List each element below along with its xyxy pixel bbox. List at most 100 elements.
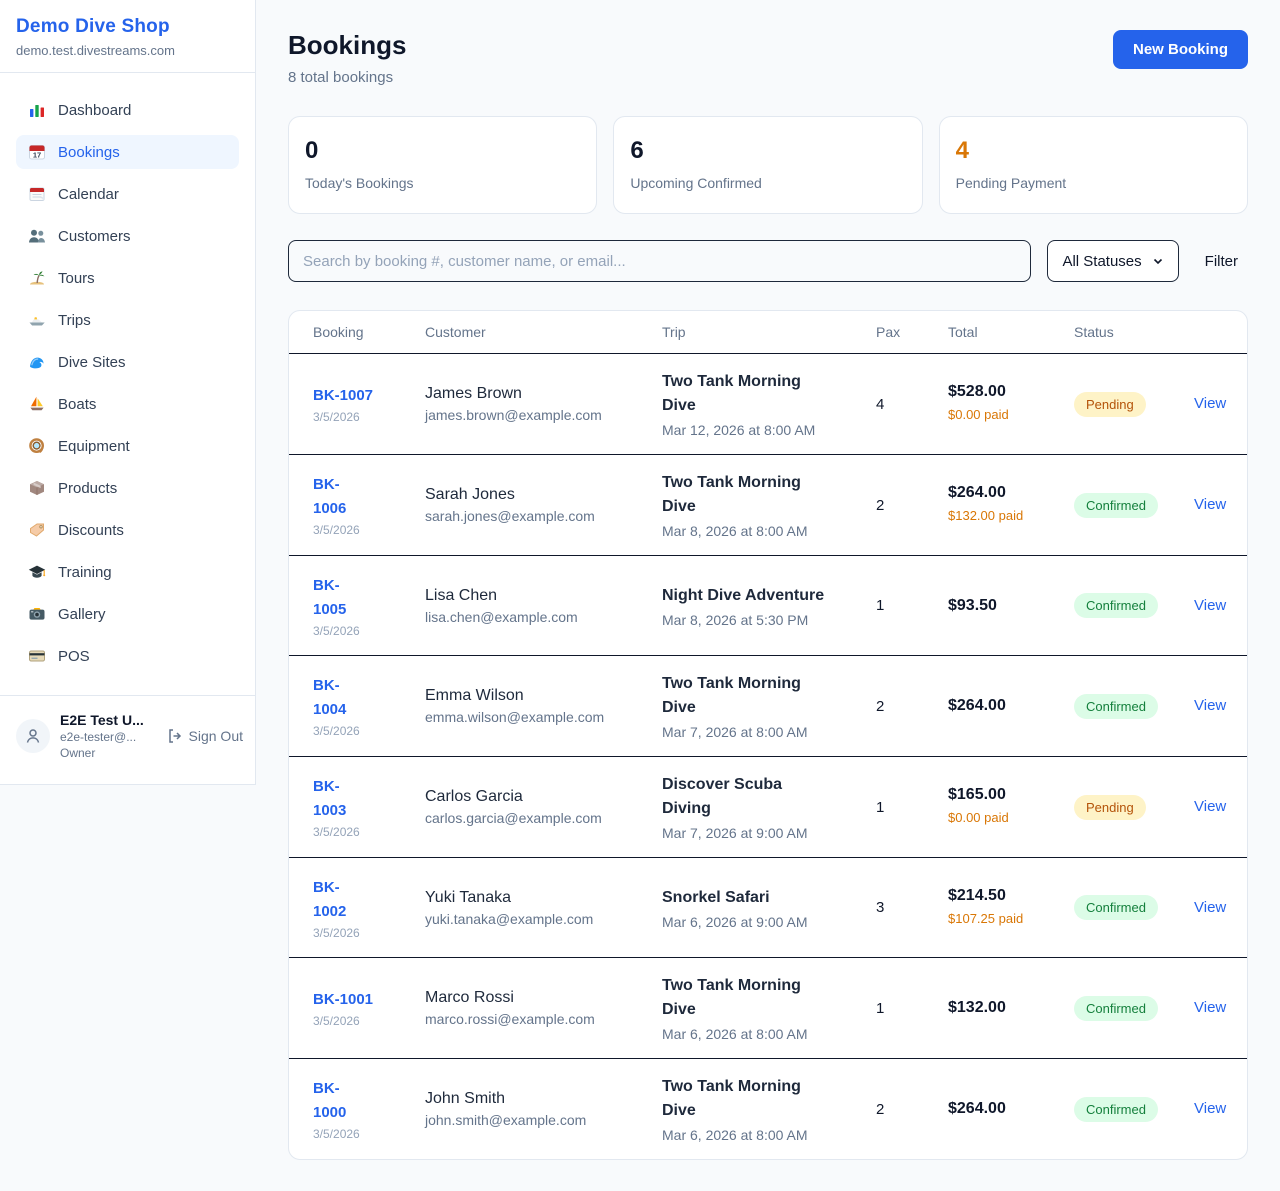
sidebar-item-trips[interactable]: Trips [16,303,239,337]
sidebar-item-discounts[interactable]: Discounts [16,513,239,547]
view-link[interactable]: View [1194,999,1226,1016]
status-filter-select[interactable]: All Statuses [1047,240,1178,282]
booking-id-link[interactable]: BK-1001 [313,988,425,1012]
trip-name: Discover Scuba Diving [662,773,876,821]
sidebar-item-training[interactable]: Training [16,555,239,589]
sidebar-item-label: Training [58,564,112,581]
trip-datetime: Mar 8, 2026 at 5:30 PM [662,612,876,628]
booking-id-link[interactable]: BK- 1005 [313,574,425,622]
booking-date: 3/5/2026 [313,1127,425,1141]
brand-block: Demo Dive Shop demo.test.divestreams.com [0,0,255,73]
diving-mask-icon [28,437,46,455]
trip-name: Two Tank Morning Dive [662,471,876,519]
person-icon [24,727,42,745]
booking-cell: BK- 1005 3/5/2026 [313,574,425,638]
total-cell: $264.00 $132.00 paid [948,484,1074,526]
booking-id-link[interactable]: BK-1007 [313,384,425,408]
paid-amount: $107.25 paid [948,909,1074,929]
sidebar-item-dashboard[interactable]: Dashboard [16,93,239,127]
sidebar-item-label: Gallery [58,606,106,623]
stat-label: Today's Bookings [305,175,580,191]
status-badge: Confirmed [1074,996,1158,1021]
table-body: BK-1007 3/5/2026 James Brown james.brown… [289,354,1247,1159]
customer-cell: Marco Rossi marco.rossi@example.com [425,989,662,1027]
stat-label: Pending Payment [956,175,1231,191]
view-link[interactable]: View [1194,899,1226,916]
sidebar-item-boats[interactable]: Boats [16,387,239,421]
pax-count: 2 [876,497,948,514]
trip-name: Night Dive Adventure [662,584,876,608]
booking-id-link[interactable]: BK- 1003 [313,775,425,823]
view-link[interactable]: View [1194,798,1226,815]
view-link[interactable]: View [1194,1100,1226,1117]
booking-cell: BK-1007 3/5/2026 [313,384,425,424]
customer-name: Marco Rossi [425,989,662,1007]
sidebar-item-label: Products [58,480,117,497]
view-link[interactable]: View [1194,496,1226,513]
total-amount: $214.50 [948,887,1074,905]
booking-id-link[interactable]: BK- 1000 [313,1077,425,1125]
status-badge: Confirmed [1074,493,1158,518]
status-cell: Pending [1074,795,1194,820]
booking-id-link[interactable]: BK- 1004 [313,674,425,722]
credit-card-icon [28,647,46,665]
customer-name: Sarah Jones [425,486,662,504]
sidebar-item-bookings[interactable]: 17 Bookings [16,135,239,169]
status-cell: Confirmed [1074,593,1194,618]
stat-card-todays-bookings: 0 Today's Bookings [288,116,597,214]
user-email: e2e-tester@... [60,730,157,744]
booking-date: 3/5/2026 [313,1014,425,1028]
table-row: BK-1007 3/5/2026 James Brown james.brown… [289,354,1247,455]
trip-cell: Night Dive Adventure Mar 8, 2026 at 5:30… [662,584,876,628]
search-input[interactable] [288,240,1031,282]
stat-value: 0 [305,137,580,165]
trip-name: Two Tank Morning Dive [662,370,876,418]
speedboat-icon [28,311,46,329]
column-header-pax: Pax [876,311,948,353]
customer-cell: John Smith john.smith@example.com [425,1090,662,1128]
booking-id-link[interactable]: BK- 1002 [313,876,425,924]
sidebar-item-products[interactable]: Products [16,471,239,505]
sidebar-item-tours[interactable]: Tours [16,261,239,295]
booking-date: 3/5/2026 [313,825,425,839]
customer-name: James Brown [425,385,662,403]
view-link[interactable]: View [1194,697,1226,714]
actions-cell: View [1194,697,1226,715]
stat-label: Upcoming Confirmed [630,175,905,191]
sidebar-item-pos[interactable]: POS [16,639,239,673]
customer-name: Carlos Garcia [425,788,662,806]
total-amount: $132.00 [948,999,1074,1017]
booking-id-link[interactable]: BK- 1006 [313,473,425,521]
customer-name: John Smith [425,1090,662,1108]
stat-card-pending-payment: 4 Pending Payment [939,116,1248,214]
sidebar-item-calendar[interactable]: Calendar [16,177,239,211]
svg-text:17: 17 [33,151,41,160]
sidebar-item-gallery[interactable]: Gallery [16,597,239,631]
filter-button[interactable]: Filter [1195,247,1248,276]
sidebar-item-dive-sites[interactable]: Dive Sites [16,345,239,379]
actions-cell: View [1194,899,1226,917]
sidebar: Demo Dive Shop demo.test.divestreams.com… [0,0,256,785]
customer-name: Lisa Chen [425,587,662,605]
calendar-icon [28,185,46,203]
table-row: BK- 1004 3/5/2026 Emma Wilson emma.wilso… [289,656,1247,757]
sidebar-item-label: Calendar [58,186,119,203]
sidebar-item-customers[interactable]: Customers [16,219,239,253]
sidebar-item-equipment[interactable]: Equipment [16,429,239,463]
new-booking-button[interactable]: New Booking [1113,30,1248,69]
view-link[interactable]: View [1194,597,1226,614]
view-link[interactable]: View [1194,395,1226,412]
calendar-date-icon: 17 [28,143,46,161]
customer-email: john.smith@example.com [425,1112,662,1128]
status-badge: Pending [1074,795,1146,820]
sidebar-item-label: Discounts [58,522,124,539]
island-icon [28,269,46,287]
sign-out-button[interactable]: Sign Out [167,728,243,744]
trip-datetime: Mar 6, 2026 at 8:00 AM [662,1127,876,1143]
filter-controls: All Statuses Filter [288,240,1248,282]
trip-cell: Snorkel Safari Mar 6, 2026 at 9:00 AM [662,886,876,930]
trip-name: Two Tank Morning Dive [662,672,876,720]
customer-cell: Carlos Garcia carlos.garcia@example.com [425,788,662,826]
bookings-table: Booking Customer Trip Pax Total Status B… [288,310,1248,1160]
sidebar-user-section: E2E Test U... e2e-tester@... Owner Sign … [0,695,255,784]
